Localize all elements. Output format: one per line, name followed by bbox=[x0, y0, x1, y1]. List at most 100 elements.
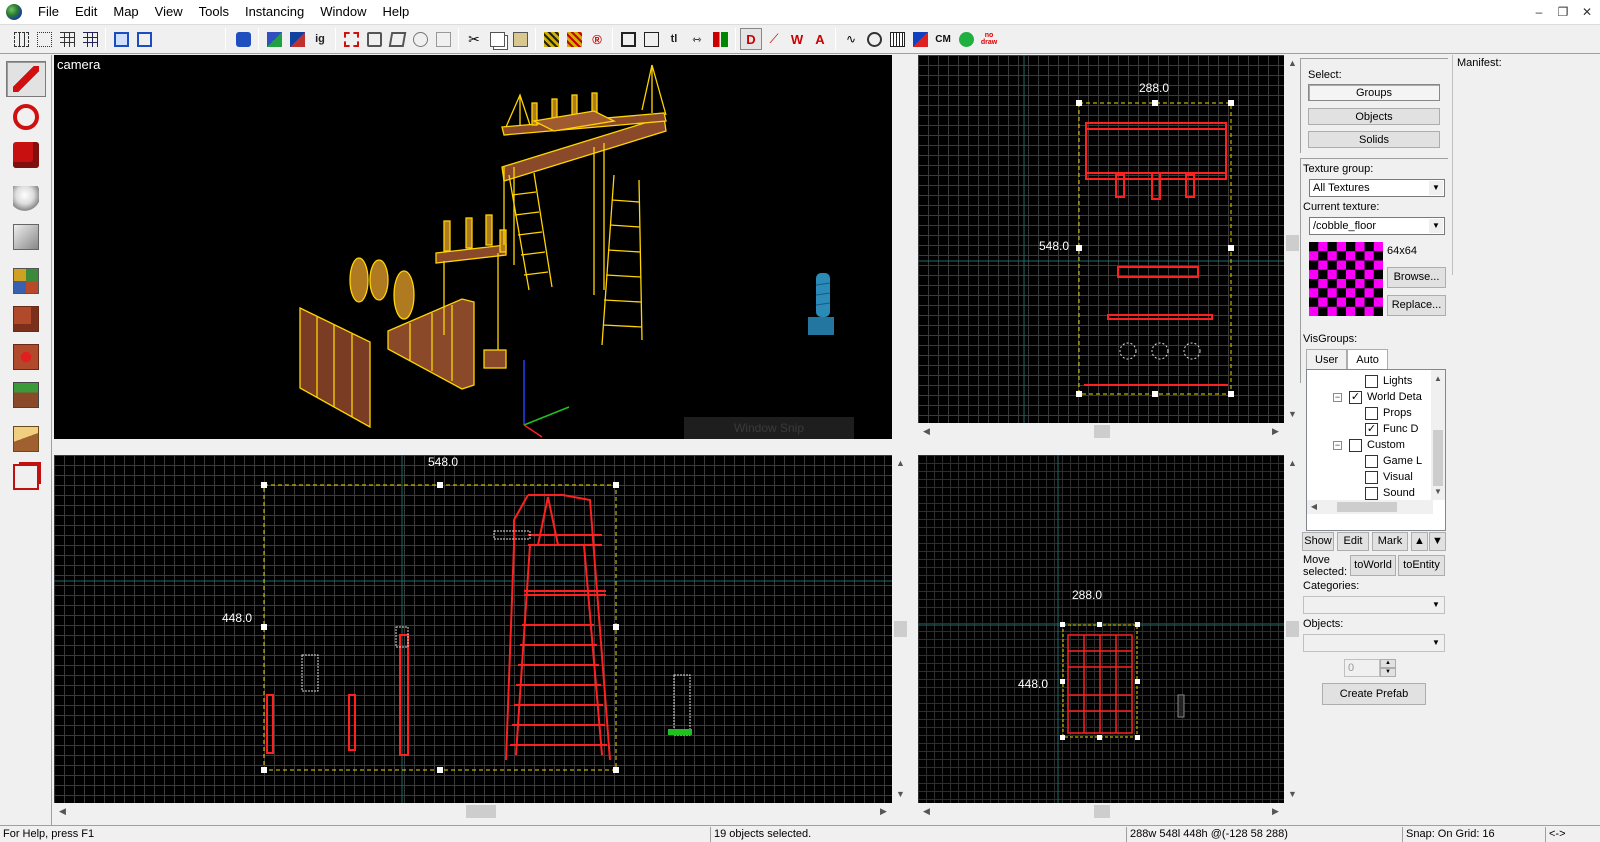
tree-hscroll[interactable]: ◀ bbox=[1307, 500, 1433, 514]
selection-tool[interactable] bbox=[6, 61, 46, 97]
scroll-up-icon[interactable]: ▲ bbox=[1284, 455, 1301, 472]
align-button[interactable]: ⇿ bbox=[686, 28, 708, 50]
menu-help[interactable]: Help bbox=[374, 0, 417, 24]
categories-select[interactable]: ▼ bbox=[1303, 596, 1445, 614]
checkbox[interactable] bbox=[1365, 406, 1378, 420]
texture-application-tool[interactable] bbox=[6, 263, 46, 299]
grid-larger-button[interactable] bbox=[79, 28, 101, 50]
menu-file[interactable]: File bbox=[30, 0, 67, 24]
collapse-icon[interactable]: − bbox=[1333, 392, 1342, 402]
texture-lock-button[interactable] bbox=[263, 28, 285, 50]
ignore-groups-button[interactable]: ig bbox=[309, 28, 331, 50]
3d-alpha-button[interactable]: A bbox=[809, 28, 831, 50]
checkbox[interactable] bbox=[1365, 470, 1378, 484]
scroll-right-icon[interactable]: ▶ bbox=[875, 803, 892, 820]
texture-preview[interactable] bbox=[1309, 242, 1383, 316]
scroll-left-icon[interactable]: ◀ bbox=[918, 803, 935, 820]
3d-wireframe-button[interactable]: W bbox=[786, 28, 808, 50]
checkbox[interactable] bbox=[1365, 374, 1378, 388]
tree-item-world-detail[interactable]: − ✓ World Deta bbox=[1333, 389, 1422, 405]
decal-button[interactable] bbox=[432, 28, 454, 50]
camera-tool[interactable] bbox=[6, 137, 46, 173]
count-spinner[interactable]: 0 bbox=[1344, 659, 1380, 677]
clip-button[interactable] bbox=[386, 28, 408, 50]
texture-group-select[interactable]: All Textures ▼ bbox=[1309, 179, 1445, 197]
checkbox[interactable] bbox=[1365, 454, 1378, 468]
checkbox[interactable]: ✓ bbox=[1365, 422, 1378, 436]
menu-edit[interactable]: Edit bbox=[67, 0, 105, 24]
restore-icon[interactable]: ❐ bbox=[1556, 5, 1570, 19]
to-world-button[interactable]: toWorld bbox=[1350, 555, 1396, 576]
copy-button[interactable] bbox=[486, 28, 508, 50]
menu-tools[interactable]: Tools bbox=[191, 0, 237, 24]
scroll-left-icon[interactable]: ◀ bbox=[1307, 500, 1321, 514]
tree-item-sound[interactable]: Sound bbox=[1365, 485, 1415, 501]
radius-culling-button[interactable]: ® bbox=[586, 28, 608, 50]
block-tool[interactable] bbox=[6, 219, 46, 255]
scroll-down-icon[interactable]: ▼ bbox=[1284, 786, 1301, 803]
checkbox[interactable] bbox=[1349, 438, 1362, 452]
spin-up-button[interactable]: ▲ bbox=[1380, 659, 1396, 668]
carve-tool-button[interactable]: ∿ bbox=[840, 28, 862, 50]
create-prefab-button[interactable]: Create Prefab bbox=[1322, 683, 1426, 705]
scroll-left-icon[interactable]: ◀ bbox=[918, 423, 935, 440]
tab-auto[interactable]: Auto bbox=[1347, 349, 1388, 369]
scroll-right-icon[interactable]: ▶ bbox=[1267, 803, 1284, 820]
camera-viewport[interactable]: camera Window Snip bbox=[54, 55, 892, 439]
select-face-button[interactable] bbox=[617, 28, 639, 50]
toggle-helpers-button[interactable] bbox=[540, 28, 562, 50]
cm-button[interactable]: CM bbox=[932, 28, 954, 50]
replace-button[interactable]: Replace... bbox=[1387, 295, 1446, 316]
run-map-button[interactable] bbox=[886, 28, 908, 50]
scroll-down-icon[interactable]: ▼ bbox=[1431, 483, 1445, 500]
tree-vscroll[interactable]: ▲ ▼ bbox=[1431, 370, 1445, 500]
side-viewport-vscroll[interactable]: ▲ ▼ bbox=[1284, 455, 1301, 803]
side-viewport-hscroll[interactable]: ◀ ▶ bbox=[918, 803, 1284, 820]
overlay-button[interactable] bbox=[955, 28, 977, 50]
paste-button[interactable] bbox=[509, 28, 531, 50]
tree-item-func-detail[interactable]: ✓ Func D bbox=[1365, 421, 1418, 437]
group-button[interactable] bbox=[110, 28, 132, 50]
texture-scale-lock-button[interactable] bbox=[286, 28, 308, 50]
visgroups-tree[interactable]: Lights − ✓ World Deta Props ✓ Func D − Custo… bbox=[1306, 369, 1446, 531]
top-viewport-vscroll[interactable]: ▲ ▼ bbox=[1284, 55, 1301, 423]
vertex-button[interactable] bbox=[409, 28, 431, 50]
front-viewport-vscroll[interactable]: ▲ ▼ bbox=[892, 455, 909, 803]
objects-select[interactable]: ▼ bbox=[1303, 634, 1445, 652]
3d-flat-button[interactable]: ⟋ bbox=[763, 28, 785, 50]
select-cursor-button[interactable] bbox=[640, 28, 662, 50]
tree-item-game-logic[interactable]: Game L bbox=[1365, 453, 1422, 469]
tree-item-custom[interactable]: − Custom bbox=[1333, 437, 1405, 453]
side-viewport[interactable]: 288.0 448.0 bbox=[918, 455, 1284, 803]
menu-map[interactable]: Map bbox=[105, 0, 146, 24]
compile-button[interactable] bbox=[863, 28, 885, 50]
select-groups-button[interactable]: Groups bbox=[1308, 84, 1440, 101]
checkbox[interactable] bbox=[1365, 486, 1378, 500]
apply-texture-tool[interactable] bbox=[6, 301, 46, 337]
decal-tool[interactable] bbox=[6, 339, 46, 375]
show-button[interactable]: Show bbox=[1302, 532, 1334, 551]
spin-down-button[interactable]: ▼ bbox=[1380, 668, 1396, 677]
texture-tl-button[interactable]: tl bbox=[663, 28, 685, 50]
hide-selection-button[interactable] bbox=[232, 28, 254, 50]
cut-button[interactable]: ✂ bbox=[463, 28, 485, 50]
entity-tool[interactable] bbox=[6, 181, 46, 217]
tree-item-props[interactable]: Props bbox=[1365, 405, 1412, 421]
tree-item-lights[interactable]: Lights bbox=[1365, 373, 1412, 389]
3d-textured-button[interactable]: D bbox=[740, 28, 762, 50]
to-entity-button[interactable]: toEntity bbox=[1398, 555, 1445, 576]
overlay-tool[interactable] bbox=[6, 377, 46, 413]
select-objects-button[interactable]: Objects bbox=[1308, 108, 1440, 125]
scroll-down-icon[interactable]: ▼ bbox=[892, 786, 909, 803]
hollow-button[interactable] bbox=[363, 28, 385, 50]
scroll-up-icon[interactable]: ▲ bbox=[1284, 55, 1301, 72]
tree-item-visual[interactable]: Visual bbox=[1365, 469, 1413, 485]
flip-button[interactable] bbox=[709, 28, 731, 50]
front-viewport-hscroll[interactable]: ◀ ▶ bbox=[54, 803, 892, 820]
vertex-tool[interactable] bbox=[6, 459, 46, 495]
grid-3d-button[interactable] bbox=[33, 28, 55, 50]
mark-button[interactable]: Mark bbox=[1372, 532, 1408, 551]
checkbox[interactable]: ✓ bbox=[1349, 390, 1362, 404]
scroll-right-icon[interactable]: ▶ bbox=[1267, 423, 1284, 440]
grid-toggle-button[interactable] bbox=[10, 28, 32, 50]
